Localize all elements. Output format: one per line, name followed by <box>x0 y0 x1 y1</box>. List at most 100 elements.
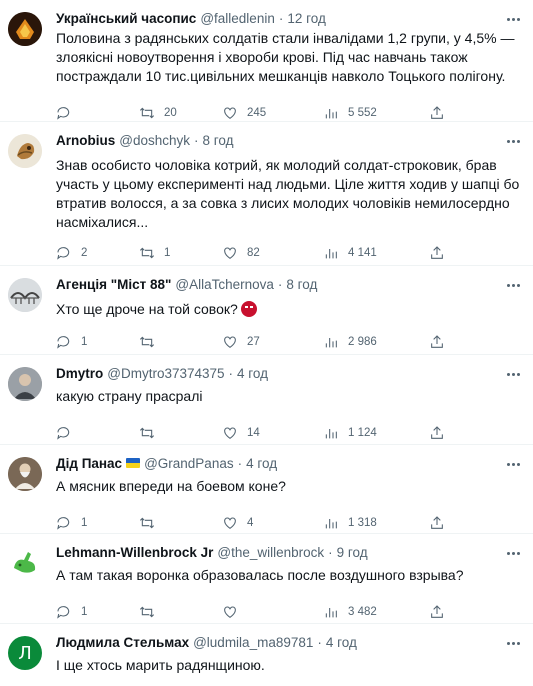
reply-count: 1 <box>81 336 88 348</box>
author-name[interactable]: Український часопис <box>56 10 196 28</box>
like-button[interactable]: 27 <box>222 334 323 350</box>
share-icon <box>431 106 443 119</box>
tweet[interactable]: Український часопис @falledlenin · 12 го… <box>0 0 533 122</box>
share-icon <box>431 516 443 529</box>
share-button[interactable] <box>429 245 469 261</box>
reply-button[interactable]: 1 <box>56 334 139 350</box>
tweet[interactable]: Lehmann-Willenbrock Jr @the_willenbrock … <box>0 534 533 624</box>
author-handle[interactable]: @ludmila_ma89781 <box>193 634 313 652</box>
more-icon[interactable] <box>503 455 523 473</box>
timestamp[interactable]: 4 год <box>246 455 277 473</box>
separator: · <box>317 635 322 650</box>
share-button[interactable] <box>429 515 469 531</box>
retweet-button[interactable] <box>139 604 222 620</box>
reply-button[interactable] <box>56 425 139 441</box>
avatar[interactable] <box>8 12 42 46</box>
author-handle[interactable]: @AllaTchernova <box>175 276 274 294</box>
share-button[interactable] <box>429 604 469 620</box>
author-handle[interactable]: @the_willenbrock <box>217 544 324 562</box>
reply-button[interactable]: 2 <box>56 245 139 261</box>
tweet-header: Агенція "Міст 88" @AllaTchernova · 8 год <box>56 276 521 294</box>
timestamp[interactable]: 4 год <box>326 634 357 652</box>
tweet[interactable]: Дід Панас @GrandPanas · 4 год А мясник в… <box>0 445 533 534</box>
retweet-button[interactable] <box>139 515 222 531</box>
avatar[interactable] <box>8 134 42 168</box>
tweet-header: Людмила Стельмах @ludmila_ma89781 · 4 го… <box>56 634 521 652</box>
author-name[interactable]: Людмила Стельмах <box>56 634 189 652</box>
timestamp[interactable]: 9 год <box>337 544 368 562</box>
author-name[interactable]: Dmytro <box>56 365 103 383</box>
like-button[interactable]: 14 <box>222 425 323 441</box>
tweet-header: Український часопис @falledlenin · 12 го… <box>56 10 521 28</box>
retweet-count: 1 <box>164 247 171 259</box>
reply-button[interactable]: 1 <box>56 604 139 620</box>
reply-icon <box>57 427 70 440</box>
views-button[interactable]: 2 986 <box>323 334 429 350</box>
avatar[interactable]: Л <box>8 636 42 670</box>
more-icon[interactable] <box>503 634 523 652</box>
share-button[interactable] <box>429 334 469 350</box>
views-button[interactable]: 1 318 <box>323 515 429 531</box>
retweet-icon <box>139 606 155 618</box>
views-icon <box>325 109 337 119</box>
author-handle[interactable]: @doshchyk <box>119 132 190 150</box>
share-icon <box>431 426 443 439</box>
more-icon[interactable] <box>503 10 523 28</box>
timestamp[interactable]: 8 год <box>286 276 317 294</box>
like-count: 82 <box>247 247 260 259</box>
reply-button[interactable]: 1 <box>56 515 139 531</box>
timestamp[interactable]: 8 год <box>203 132 234 150</box>
ukraine-flag-icon <box>126 458 141 468</box>
tweet-text-row: Хто ще дроче на той совок? <box>56 300 521 319</box>
views-button[interactable]: 3 482 <box>323 604 429 620</box>
more-icon[interactable] <box>503 544 523 562</box>
like-count: 14 <box>247 427 260 439</box>
more-icon[interactable] <box>503 365 523 383</box>
author-name[interactable]: Lehmann-Willenbrock Jr <box>56 544 213 562</box>
retweet-button[interactable] <box>139 334 222 350</box>
tweet[interactable]: Л Людмила Стельмах @ludmila_ma89781 · 4 … <box>0 624 533 686</box>
views-icon <box>325 249 337 259</box>
timestamp[interactable]: 4 год <box>237 365 268 383</box>
tweet-header: Дід Панас @GrandPanas · 4 год <box>56 455 521 473</box>
angry-face-icon <box>240 301 257 317</box>
avatar[interactable] <box>8 367 42 401</box>
reply-icon <box>57 247 70 260</box>
author-name[interactable]: Агенція "Міст 88" <box>56 276 171 294</box>
reply-count: 2 <box>81 247 88 259</box>
retweet-button[interactable] <box>139 425 222 441</box>
avatar[interactable] <box>8 278 42 312</box>
avatar[interactable] <box>8 457 42 491</box>
like-button[interactable]: 245 <box>222 105 323 121</box>
author-handle[interactable]: @Dmytro37374375 <box>107 365 224 383</box>
share-button[interactable] <box>429 425 469 441</box>
retweet-button[interactable]: 1 <box>139 245 222 261</box>
author-handle[interactable]: @GrandPanas <box>144 455 234 473</box>
views-button[interactable]: 1 124 <box>323 425 429 441</box>
reply-icon <box>57 606 70 619</box>
author-name[interactable]: Arnobius <box>56 132 115 150</box>
tweet[interactable]: Dmytro @Dmytro37374375 · 4 год какую стр… <box>0 355 533 445</box>
tweet[interactable]: Агенція "Міст 88" @AllaTchernova · 8 год… <box>0 266 533 355</box>
author-name[interactable]: Дід Панас <box>56 455 122 473</box>
reply-button[interactable] <box>56 105 139 121</box>
like-button[interactable]: 4 <box>222 515 323 531</box>
avatar[interactable] <box>8 546 42 580</box>
views-count: 4 141 <box>348 247 377 259</box>
timestamp[interactable]: 12 год <box>287 10 325 28</box>
views-button[interactable]: 4 141 <box>323 245 429 261</box>
reply-icon <box>57 517 70 530</box>
more-icon[interactable] <box>503 276 523 294</box>
like-button[interactable]: 82 <box>222 245 323 261</box>
tweet[interactable]: Arnobius @doshchyk · 8 год Знав особисто… <box>0 122 533 266</box>
tweet-text: какую страну прасралі <box>56 388 203 404</box>
share-button[interactable] <box>429 105 469 121</box>
author-handle[interactable]: @falledlenin <box>200 10 275 28</box>
reply-icon <box>57 107 70 120</box>
more-icon[interactable] <box>503 132 523 150</box>
views-button[interactable]: 5 552 <box>323 105 429 121</box>
retweet-button[interactable]: 20 <box>139 105 222 121</box>
tweet-text: А там такая воронка образовалась после в… <box>56 567 464 583</box>
like-button[interactable] <box>222 604 323 620</box>
retweet-icon <box>139 247 155 259</box>
